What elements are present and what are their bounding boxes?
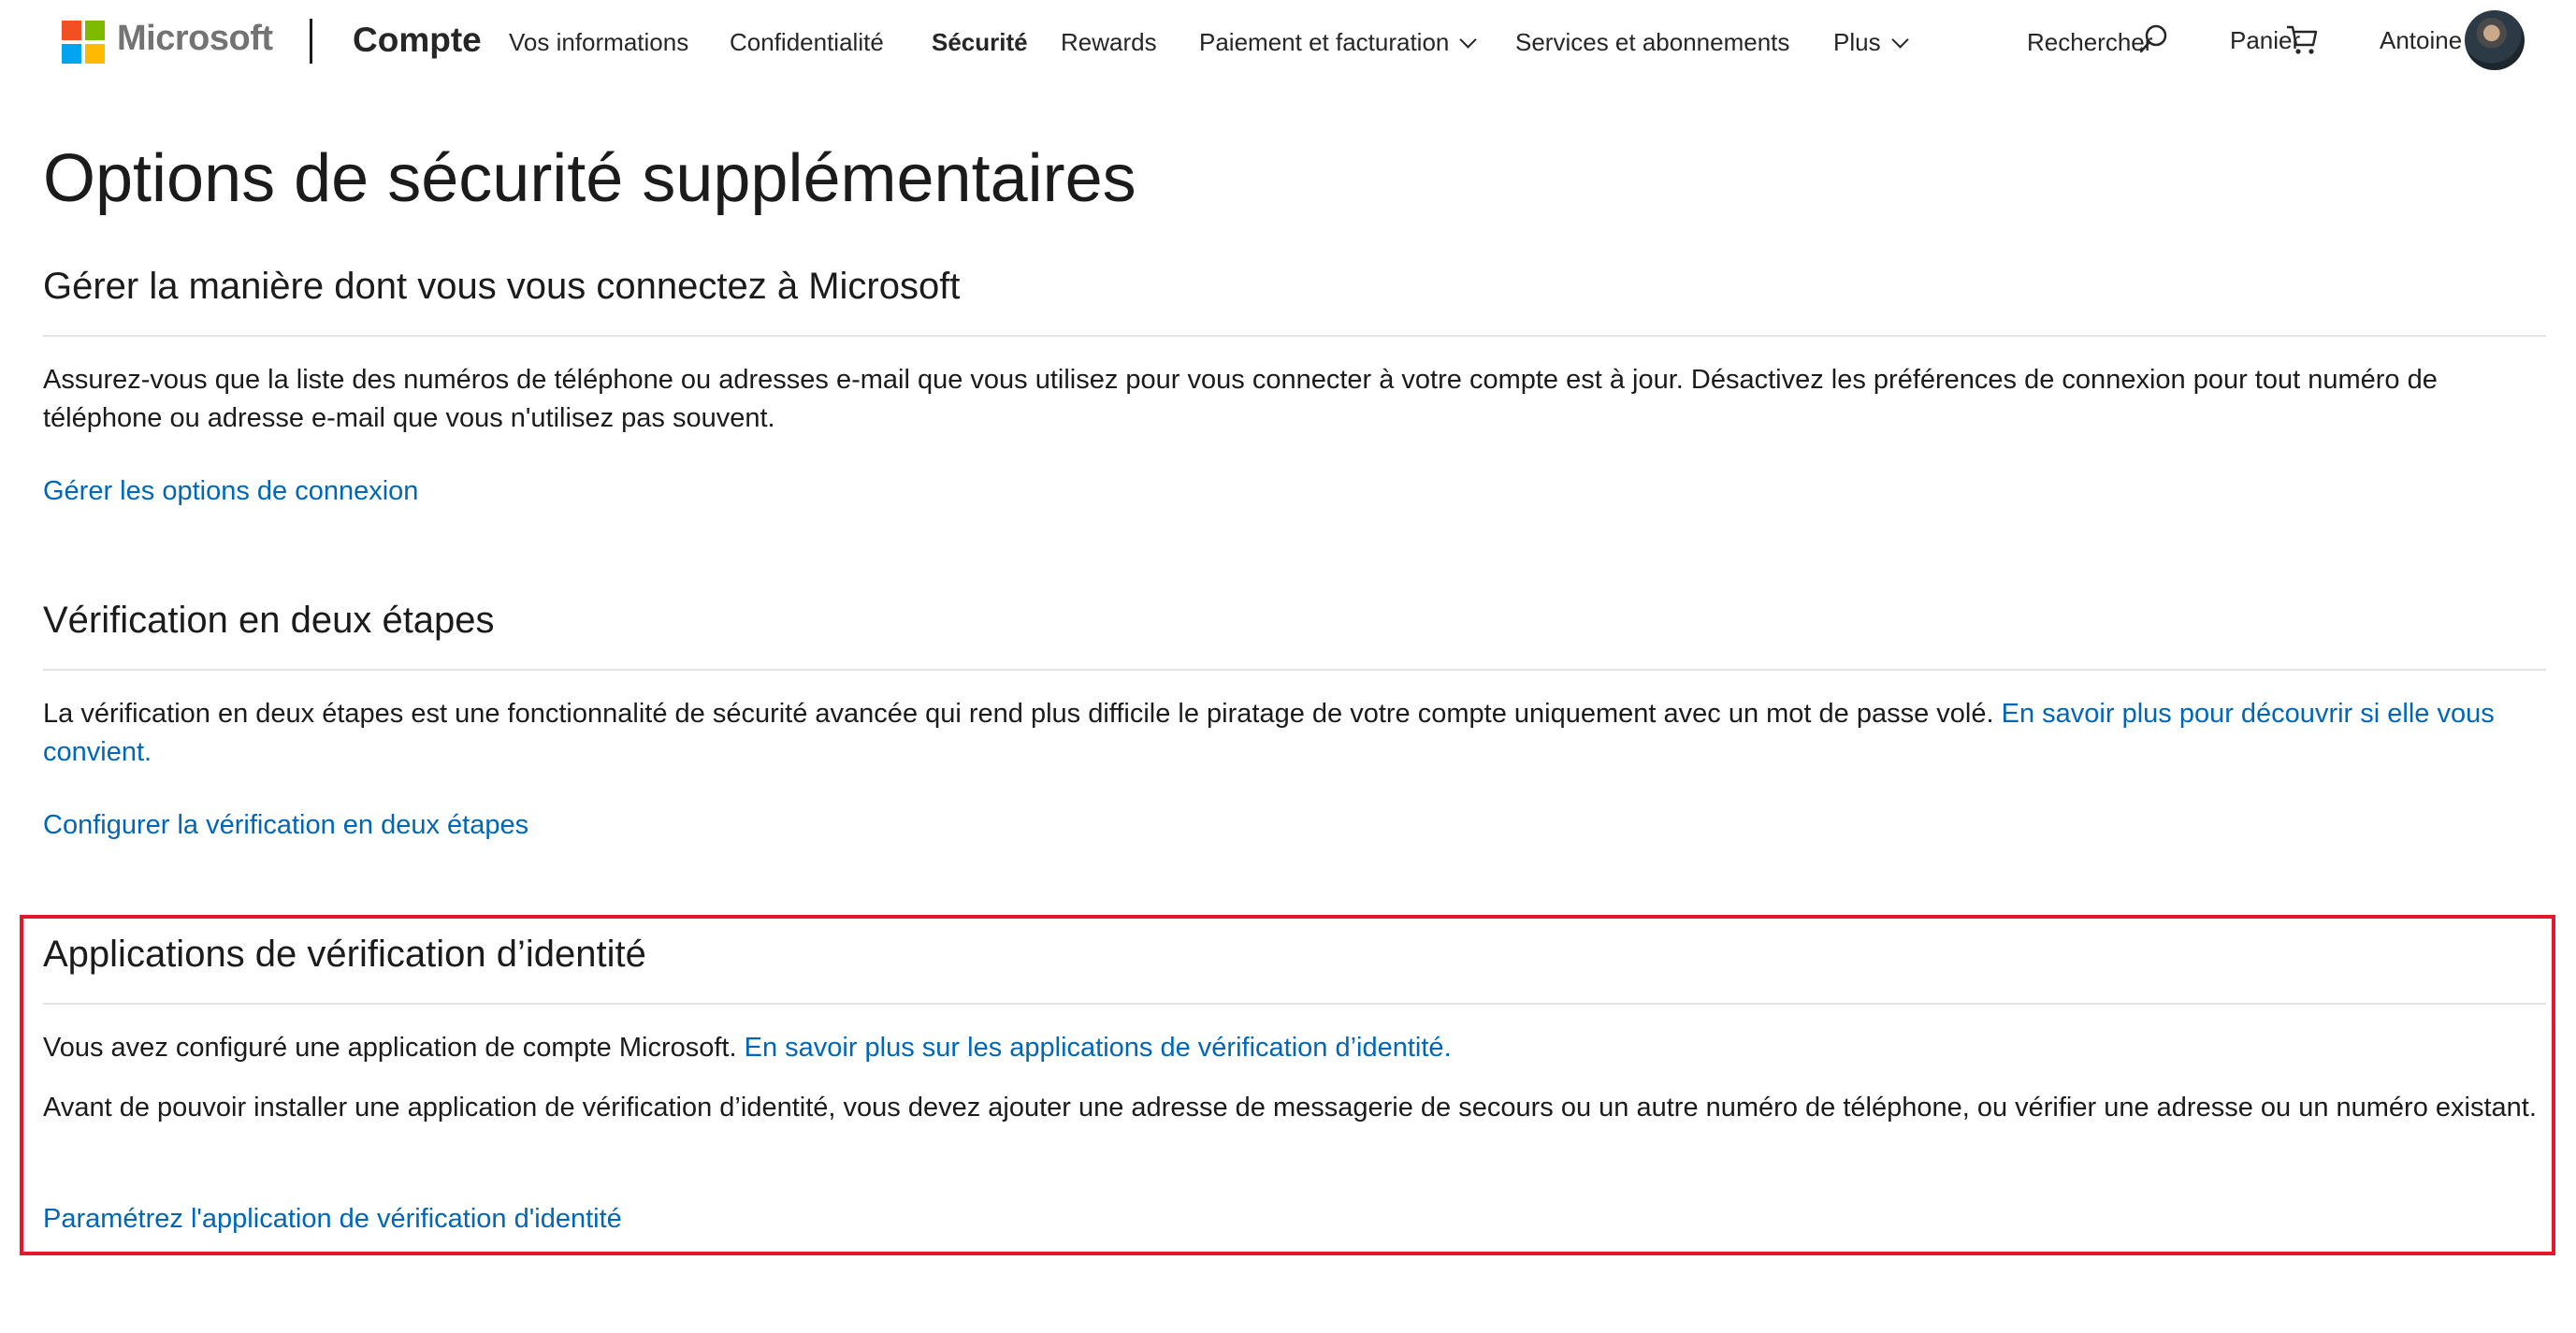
avatar[interactable]: [2465, 10, 2525, 70]
logo-square-yellow: [85, 44, 105, 64]
chevron-down-icon: [1890, 31, 1909, 49]
setup-two-step-link[interactable]: Configurer la vérification en deux étape…: [43, 810, 528, 841]
section-signin-heading: Gérer la manière dont vous vous connecte…: [43, 266, 2546, 308]
section-two-step-heading: Vérification en deux étapes: [43, 600, 2546, 642]
chevron-down-icon: [1459, 31, 1478, 49]
section-heading: Gérer la manière dont vous vous connecte…: [43, 266, 961, 307]
brand-name[interactable]: Microsoft: [117, 19, 273, 59]
section-heading: Applications de vérification d’identité: [43, 934, 646, 975]
nav-label: Services et abonnements: [1515, 28, 1790, 56]
logo-square-green: [85, 21, 105, 40]
section-divider: [43, 335, 2546, 337]
nav-label: Vos informations: [509, 28, 689, 56]
section-divider: [43, 669, 2546, 671]
identity-apps-requirement-text: Avant de pouvoir installer une applicati…: [43, 1093, 2537, 1123]
page-title: Options de sécurité supplémentaires: [43, 141, 1136, 216]
search-button[interactable]: Rechercher: [2027, 28, 2152, 57]
nav-label: Sécurité: [932, 28, 1028, 56]
nav-label: Rewards: [1061, 28, 1157, 56]
identity-apps-learn-more-link[interactable]: En savoir plus sur les applications de v…: [745, 1033, 1452, 1063]
search-label: Rechercher: [2027, 28, 2153, 56]
setup-identity-app-link[interactable]: Paramétrez l'application de vérification…: [43, 1204, 622, 1235]
product-name[interactable]: Compte: [353, 21, 482, 60]
section-heading: Vérification en deux étapes: [43, 600, 495, 641]
nav-plus[interactable]: Plus: [1833, 28, 1909, 57]
search-icon[interactable]: [2137, 23, 2169, 55]
identity-apps-status-text: Vous avez configuré une application de c…: [43, 1033, 737, 1063]
section-two-step-text: La vérification en deux étapes est une f…: [43, 695, 2546, 772]
header-divider: [310, 19, 312, 64]
manage-signin-options-link[interactable]: Gérer les options de connexion: [43, 476, 418, 507]
nav-services-abonnements[interactable]: Services et abonnements: [1515, 28, 1789, 57]
nav-label: Plus: [1833, 28, 1881, 56]
cart-icon[interactable]: [2285, 22, 2319, 56]
nav-vos-informations[interactable]: Vos informations: [509, 28, 688, 57]
microsoft-logo-icon[interactable]: [62, 21, 105, 64]
nav-securite[interactable]: Sécurité: [932, 28, 1028, 57]
nav-paiement-facturation[interactable]: Paiement et facturation: [1199, 28, 1478, 57]
nav-rewards[interactable]: Rewards: [1061, 28, 1157, 57]
section-divider: [43, 1003, 2546, 1005]
identity-apps-status: Vous avez configuré une application de c…: [43, 1029, 2546, 1067]
section-identity-apps-heading: Applications de vérification d’identité: [43, 934, 2546, 976]
top-header: Microsoft Compte Vos informations Confid…: [0, 0, 2576, 86]
nav-confidentialite[interactable]: Confidentialité: [730, 28, 884, 57]
two-step-description: La vérification en deux étapes est une f…: [43, 699, 1994, 729]
nav-label: Paiement et facturation: [1199, 28, 1450, 56]
logo-square-red: [62, 21, 81, 40]
user-name[interactable]: Antoine: [2380, 26, 2462, 55]
nav-label: Confidentialité: [730, 28, 884, 56]
section-signin-text: Assurez-vous que la liste des numéros de…: [43, 365, 2438, 433]
logo-square-blue: [62, 44, 81, 64]
